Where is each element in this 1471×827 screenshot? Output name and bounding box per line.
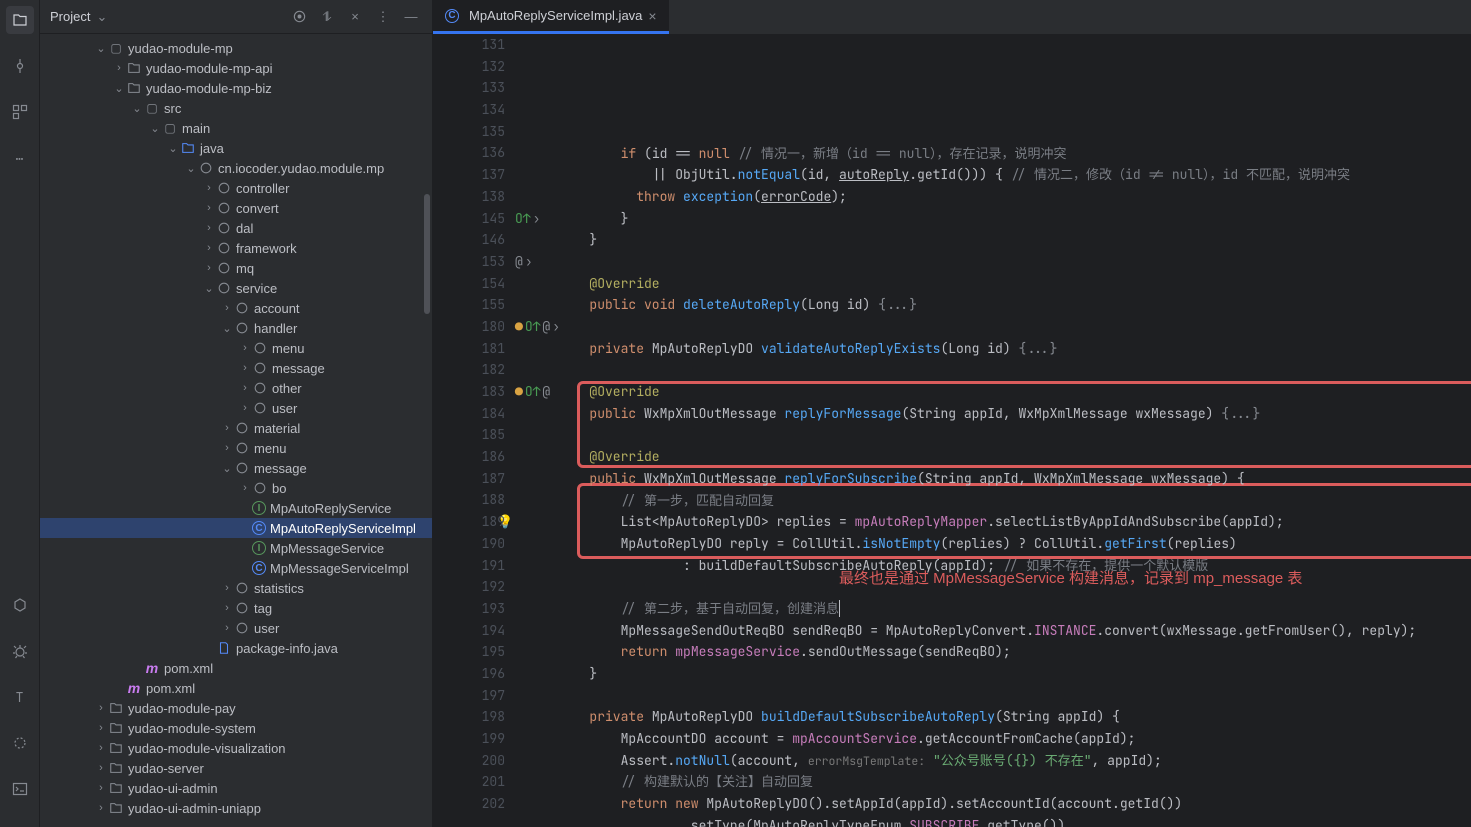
activity-bar: ⋯ T xyxy=(0,0,40,827)
tree-item[interactable]: ›yudao-ui-admin-uniapp xyxy=(40,798,432,818)
tree-item[interactable]: ›other xyxy=(40,378,432,398)
expand-all-icon[interactable]: ⥮ xyxy=(316,6,338,28)
sidebar-title[interactable]: Project xyxy=(50,9,90,24)
tree-item[interactable]: package-info.java xyxy=(40,638,432,658)
tree-item[interactable]: IMpAutoReplyService xyxy=(40,498,432,518)
tab-main-file[interactable]: C MpAutoReplyServiceImpl.java × xyxy=(433,0,669,34)
tree-item[interactable]: ›yudao-ui-admin xyxy=(40,778,432,798)
collapse-all-icon[interactable]: × xyxy=(344,6,366,28)
commit-tool-icon[interactable] xyxy=(6,52,34,80)
tree-item[interactable]: ›material xyxy=(40,418,432,438)
tree-item[interactable]: ›mq xyxy=(40,258,432,278)
tree-item[interactable]: ⌄handler xyxy=(40,318,432,338)
tree-item[interactable]: ⌄message xyxy=(40,458,432,478)
tree-item[interactable]: ›user xyxy=(40,398,432,418)
tree-item[interactable]: ›yudao-module-system xyxy=(40,718,432,738)
select-opened-file-icon[interactable] xyxy=(288,6,310,28)
tree-item[interactable]: ›tag xyxy=(40,598,432,618)
tab-label: MpAutoReplyServiceImpl.java xyxy=(469,8,642,23)
hide-icon[interactable]: — xyxy=(400,6,422,28)
tree-item[interactable]: CMpMessageServiceImpl xyxy=(40,558,432,578)
tree-item[interactable]: ›yudao-module-mp-api xyxy=(40,58,432,78)
code-content[interactable]: 最终也是通过 MpMessageService 构建消息，记录到 mp_mess… xyxy=(513,34,1471,827)
services-tool-icon[interactable] xyxy=(6,729,34,757)
tree-item[interactable]: ›statistics xyxy=(40,578,432,598)
class-icon: C xyxy=(445,9,459,23)
tree-item[interactable]: ›menu xyxy=(40,338,432,358)
tree-item[interactable]: ⌄▢main xyxy=(40,118,432,138)
tree-item[interactable]: ›menu xyxy=(40,438,432,458)
tree-item[interactable]: mpom.xml xyxy=(40,658,432,678)
code-editor[interactable]: 131132133134135136137138O↑›145146@›15315… xyxy=(433,34,1471,827)
tree-item[interactable]: ›yudao-module-visualization xyxy=(40,738,432,758)
tree-item[interactable]: ›controller xyxy=(40,178,432,198)
editor-panel: C MpAutoReplyServiceImpl.java × 13113213… xyxy=(432,0,1471,827)
line-gutter[interactable]: 131132133134135136137138O↑›145146@›15315… xyxy=(433,34,513,827)
run-tool-icon[interactable]: T xyxy=(6,683,34,711)
tree-item[interactable]: ›bo xyxy=(40,478,432,498)
project-tool-icon[interactable] xyxy=(6,6,34,34)
scrollbar-thumb[interactable] xyxy=(424,194,430,314)
terminal-tool-icon[interactable] xyxy=(6,775,34,803)
tree-item[interactable]: ⌄cn.iocoder.yudao.module.mp xyxy=(40,158,432,178)
tree-item[interactable]: ⌄service xyxy=(40,278,432,298)
sidebar-header: Project ⌄ ⥮ × ⋮ — xyxy=(40,0,432,34)
close-icon[interactable]: × xyxy=(648,8,656,24)
more-tool-icon[interactable]: ⋯ xyxy=(6,144,34,172)
chevron-down-icon[interactable]: ⌄ xyxy=(96,9,107,25)
options-icon[interactable]: ⋮ xyxy=(372,6,394,28)
tree-item[interactable]: ›account xyxy=(40,298,432,318)
tree-item[interactable]: ⌄▢yudao-module-mp xyxy=(40,38,432,58)
project-sidebar: Project ⌄ ⥮ × ⋮ — ⌄▢yudao-module-mp›yuda… xyxy=(40,0,432,827)
tree-item[interactable]: ›yudao-server xyxy=(40,758,432,778)
tree-item[interactable]: ›framework xyxy=(40,238,432,258)
tree-item[interactable]: ⌄yudao-module-mp-biz xyxy=(40,78,432,98)
tree-item[interactable]: ›dal xyxy=(40,218,432,238)
debug-tool-icon[interactable] xyxy=(6,637,34,665)
tree-item[interactable]: ›yudao-module-pay xyxy=(40,698,432,718)
tree-item[interactable]: ›message xyxy=(40,358,432,378)
tree-item[interactable]: mpom.xml xyxy=(40,678,432,698)
editor-tabs: C MpAutoReplyServiceImpl.java × xyxy=(433,0,1471,34)
tree-item[interactable]: ›convert xyxy=(40,198,432,218)
tree-item[interactable]: ⌄java xyxy=(40,138,432,158)
structure-tool-icon[interactable] xyxy=(6,98,34,126)
tree-item[interactable]: CMpAutoReplyServiceImpl xyxy=(40,518,432,538)
tree-item[interactable]: ⌄▢src xyxy=(40,98,432,118)
tree-item[interactable]: ›user xyxy=(40,618,432,638)
build-tool-icon[interactable] xyxy=(6,591,34,619)
project-tree[interactable]: ⌄▢yudao-module-mp›yudao-module-mp-api⌄yu… xyxy=(40,34,432,827)
tree-item[interactable]: IMpMessageService xyxy=(40,538,432,558)
